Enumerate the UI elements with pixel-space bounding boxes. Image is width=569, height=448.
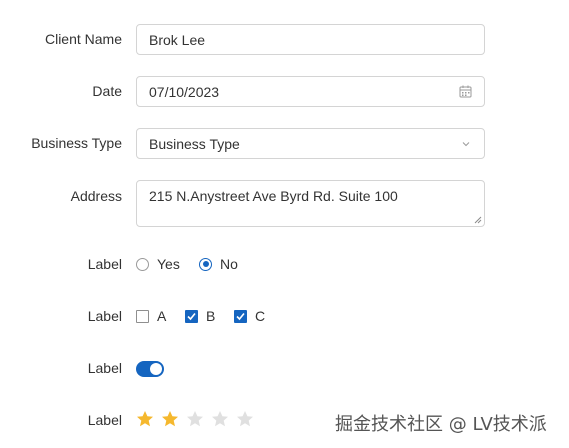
business-type-row: Business Type Business Type bbox=[0, 128, 569, 159]
toggle-switch[interactable] bbox=[136, 361, 164, 377]
check-icon bbox=[236, 312, 245, 320]
business-type-value: Business Type bbox=[149, 136, 240, 152]
checkbox-label: Label bbox=[87, 308, 122, 324]
rating-label: Label bbox=[87, 412, 122, 428]
toggle-knob bbox=[150, 363, 162, 375]
address-textarea[interactable]: 215 N.Anystreet Ave Byrd Rd. Suite 100 bbox=[136, 180, 485, 227]
toggle-label: Label bbox=[87, 360, 122, 376]
checkbox-option-c[interactable]: C bbox=[234, 306, 265, 326]
checkbox-row: Label A B C bbox=[0, 306, 569, 326]
radio-label: Label bbox=[87, 256, 122, 272]
star-icon[interactable] bbox=[136, 410, 154, 428]
calendar-icon[interactable] bbox=[459, 85, 472, 98]
client-name-label: Client Name bbox=[44, 31, 122, 47]
checkbox-option-a[interactable]: A bbox=[136, 306, 166, 326]
address-value: 215 N.Anystreet Ave Byrd Rd. Suite 100 bbox=[149, 188, 398, 204]
address-label: Address bbox=[70, 188, 122, 204]
date-label: Date bbox=[92, 83, 122, 99]
check-icon bbox=[187, 312, 196, 320]
radio-yes-text: Yes bbox=[157, 256, 180, 272]
date-value: 07/10/2023 bbox=[149, 84, 220, 100]
checkbox-c-text: C bbox=[255, 308, 266, 324]
radio-option-yes[interactable]: Yes bbox=[136, 254, 180, 274]
toggle-row: Label bbox=[0, 358, 569, 378]
client-name-input[interactable] bbox=[136, 24, 485, 55]
checkbox-b[interactable] bbox=[185, 309, 198, 323]
resize-handle-icon[interactable] bbox=[474, 216, 482, 224]
star-icon[interactable] bbox=[186, 410, 204, 428]
star-icon[interactable] bbox=[211, 410, 229, 428]
watermark-text: 掘金技术社区 @ LV技术派 bbox=[335, 414, 547, 435]
star-icon[interactable] bbox=[236, 410, 254, 428]
client-name-row: Client Name bbox=[0, 24, 569, 55]
chevron-down-icon bbox=[462, 142, 470, 147]
checkbox-a[interactable] bbox=[136, 309, 149, 323]
radio-option-no[interactable]: No bbox=[199, 254, 238, 274]
radio-no-text: No bbox=[220, 256, 238, 272]
address-row: Address 215 N.Anystreet Ave Byrd Rd. Sui… bbox=[0, 180, 569, 227]
business-type-label: Business Type bbox=[31, 135, 122, 151]
checkbox-b-text: B bbox=[206, 308, 216, 324]
radio-yes[interactable] bbox=[136, 257, 149, 271]
star-icon[interactable] bbox=[161, 410, 179, 428]
date-picker[interactable]: 07/10/2023 bbox=[136, 76, 485, 107]
date-row: Date 07/10/2023 bbox=[0, 76, 569, 107]
checkbox-option-b[interactable]: B bbox=[185, 306, 215, 326]
checkbox-c[interactable] bbox=[234, 309, 247, 323]
checkbox-a-text: A bbox=[157, 308, 167, 324]
business-type-select[interactable]: Business Type bbox=[136, 128, 485, 159]
radio-row: Label Yes No bbox=[0, 254, 569, 274]
radio-no[interactable] bbox=[199, 257, 212, 271]
